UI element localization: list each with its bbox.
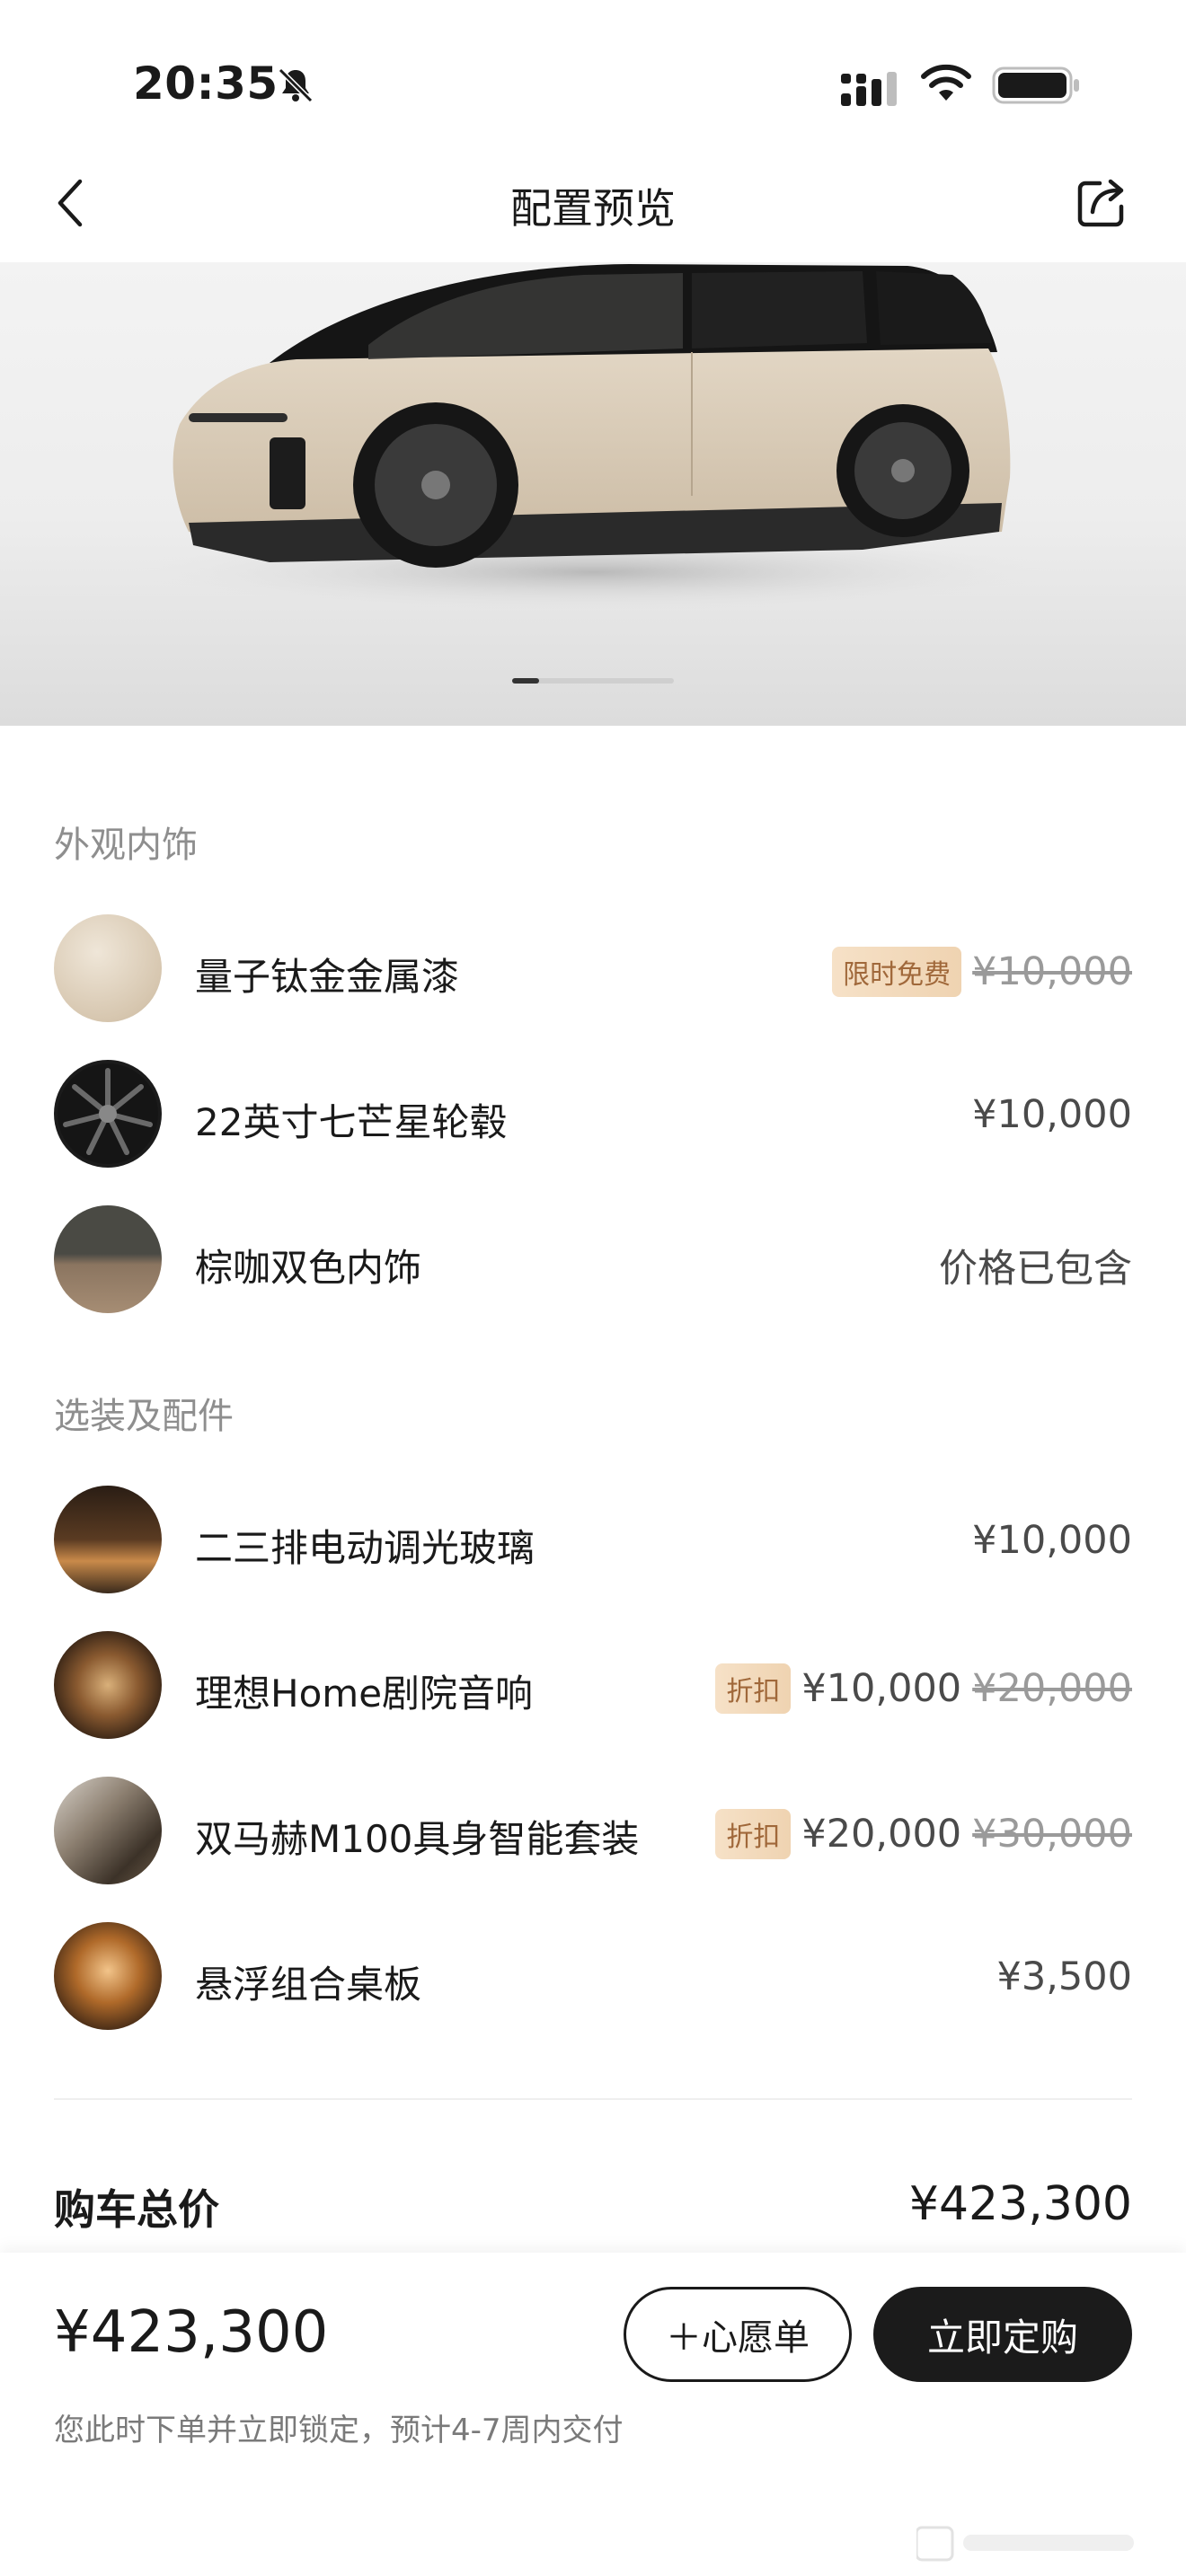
robot-kit-thumb xyxy=(54,1777,162,1884)
glass-thumb xyxy=(54,1486,162,1593)
status-bar: 20:35 xyxy=(0,0,1186,153)
divider xyxy=(54,2098,1132,2100)
option-label: 量子钛金金属漆 xyxy=(195,955,460,999)
wheel-thumb xyxy=(54,1060,162,1168)
bottom-action-bar: ¥423,300 您此时下单并立即锁定，预计4-7周内交付 ＋心愿单 立即定购 xyxy=(0,2253,1186,2576)
option-label: 22英寸七芒星轮毂 xyxy=(195,1100,508,1144)
free-limited-tag: 限时免费 xyxy=(832,947,962,997)
total-price-value: ¥423,300 xyxy=(908,2177,1132,2231)
original-price: ¥20,000 xyxy=(972,1666,1132,1711)
bell-muted-icon xyxy=(275,65,316,110)
car-hero-image[interactable] xyxy=(0,262,1186,726)
option-label: 二三排电动调光玻璃 xyxy=(195,1526,535,1570)
option-row-audio[interactable]: 理想Home剧院音响 折扣 ¥10,000 ¥20,000 xyxy=(54,1631,1132,1742)
discount-tag: 折扣 xyxy=(715,1663,792,1714)
option-row-paint[interactable]: 量子钛金金属漆 限时免费 ¥10,000 xyxy=(54,914,1132,1026)
interior-swatch-thumb xyxy=(54,1205,162,1313)
back-button[interactable] xyxy=(40,167,102,239)
carousel-indicator xyxy=(512,678,674,684)
carousel-dot-active xyxy=(512,678,539,684)
total-price-label: 购车总价 xyxy=(54,2185,219,2234)
option-row-glass[interactable]: 二三排电动调光玻璃 ¥10,000 xyxy=(54,1486,1132,1597)
option-price-group: ¥10,000 xyxy=(972,1518,1132,1563)
option-price-group: 限时免费 ¥10,000 xyxy=(832,947,1132,997)
option-row-interior[interactable]: 棕咖双色内饰 价格已包含 xyxy=(54,1205,1132,1317)
option-price-group: ¥3,500 xyxy=(997,1954,1132,1999)
battery-icon xyxy=(992,66,1082,108)
section-title-options: 选装及配件 xyxy=(54,1396,234,1437)
option-price: 价格已包含 xyxy=(939,1247,1132,1292)
chevron-left-icon xyxy=(58,179,83,227)
option-price: ¥10,000 xyxy=(972,1518,1132,1563)
audio-thumb xyxy=(54,1631,162,1739)
option-price: ¥3,500 xyxy=(996,1954,1132,1999)
config-preview-page: 20:35 配置预览 外观内饰 量子钛金金属漆 限时免费 ¥10,000 22英… xyxy=(0,0,1186,2576)
option-price-group: 折扣 ¥20,000 ¥30,000 xyxy=(715,1809,1132,1859)
option-price: ¥10,000 xyxy=(801,1666,962,1711)
wifi-icon xyxy=(920,63,972,108)
option-price-group: 价格已包含 xyxy=(939,1238,1132,1293)
option-price-group: 折扣 ¥10,000 ¥20,000 xyxy=(715,1663,1132,1714)
option-label: 理想Home剧院音响 xyxy=(195,1672,534,1716)
option-price: ¥20,000 xyxy=(801,1812,962,1857)
bottom-price: ¥423,300 xyxy=(54,2299,329,2366)
cellular-signal-icon xyxy=(839,70,902,111)
option-label: 棕咖双色内饰 xyxy=(195,1246,422,1290)
order-now-button[interactable]: 立即定购 xyxy=(873,2287,1132,2382)
option-row-robot-kit[interactable]: 双马赫M100具身智能套装 折扣 ¥20,000 ¥30,000 xyxy=(54,1777,1132,1888)
original-price: ¥10,000 xyxy=(972,949,1132,994)
section-title-exterior: 外观内饰 xyxy=(54,825,198,866)
option-row-wheels[interactable]: 22英寸七芒星轮毂 ¥10,000 xyxy=(54,1060,1132,1171)
option-row-table[interactable]: 悬浮组合桌板 ¥3,500 xyxy=(54,1922,1132,2033)
option-label: 双马赫M100具身智能套装 xyxy=(195,1817,640,1861)
option-price: ¥10,000 xyxy=(972,1092,1132,1137)
paint-swatch-thumb xyxy=(54,914,162,1022)
discount-tag: 折扣 xyxy=(715,1809,792,1859)
share-icon xyxy=(1077,179,1124,227)
status-time: 20:35 xyxy=(133,57,279,110)
share-button[interactable] xyxy=(1069,171,1134,235)
delivery-note: 您此时下单并立即锁定，预计4-7周内交付 xyxy=(54,2413,624,2448)
option-label: 悬浮组合桌板 xyxy=(195,1963,422,2007)
watermark-logo xyxy=(916,2526,1134,2562)
page-title: 配置预览 xyxy=(510,184,676,233)
add-wishlist-button[interactable]: ＋心愿单 xyxy=(624,2287,852,2382)
original-price: ¥30,000 xyxy=(972,1812,1132,1857)
table-thumb xyxy=(54,1922,162,2030)
option-price-group: ¥10,000 xyxy=(972,1092,1132,1137)
